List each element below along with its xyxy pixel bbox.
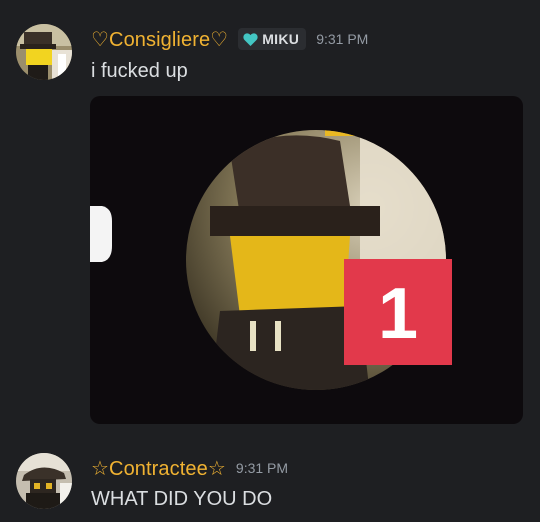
timestamp: 9:31 PM xyxy=(316,31,369,47)
heart-icon xyxy=(243,32,258,46)
image-attachment[interactable]: 1 xyxy=(90,96,523,424)
message-header: ♡Consigliere♡ MIKU 9:31 PM xyxy=(91,25,368,53)
message-text: WHAT DID YOU DO xyxy=(91,488,273,510)
username[interactable]: ☆Contractee☆ xyxy=(91,456,226,481)
avatar[interactable] xyxy=(16,24,72,80)
message-text: i fucked up xyxy=(91,60,188,82)
message-header: ☆Contractee☆ 9:31 PM xyxy=(91,454,288,482)
notification-count: 1 xyxy=(378,274,418,354)
timestamp: 9:31 PM xyxy=(235,460,289,476)
username[interactable]: ♡Consigliere♡ xyxy=(91,27,228,52)
server-tag-label: MIKU xyxy=(262,31,300,47)
server-tag[interactable]: MIKU xyxy=(238,28,307,50)
avatar[interactable] xyxy=(16,453,72,509)
